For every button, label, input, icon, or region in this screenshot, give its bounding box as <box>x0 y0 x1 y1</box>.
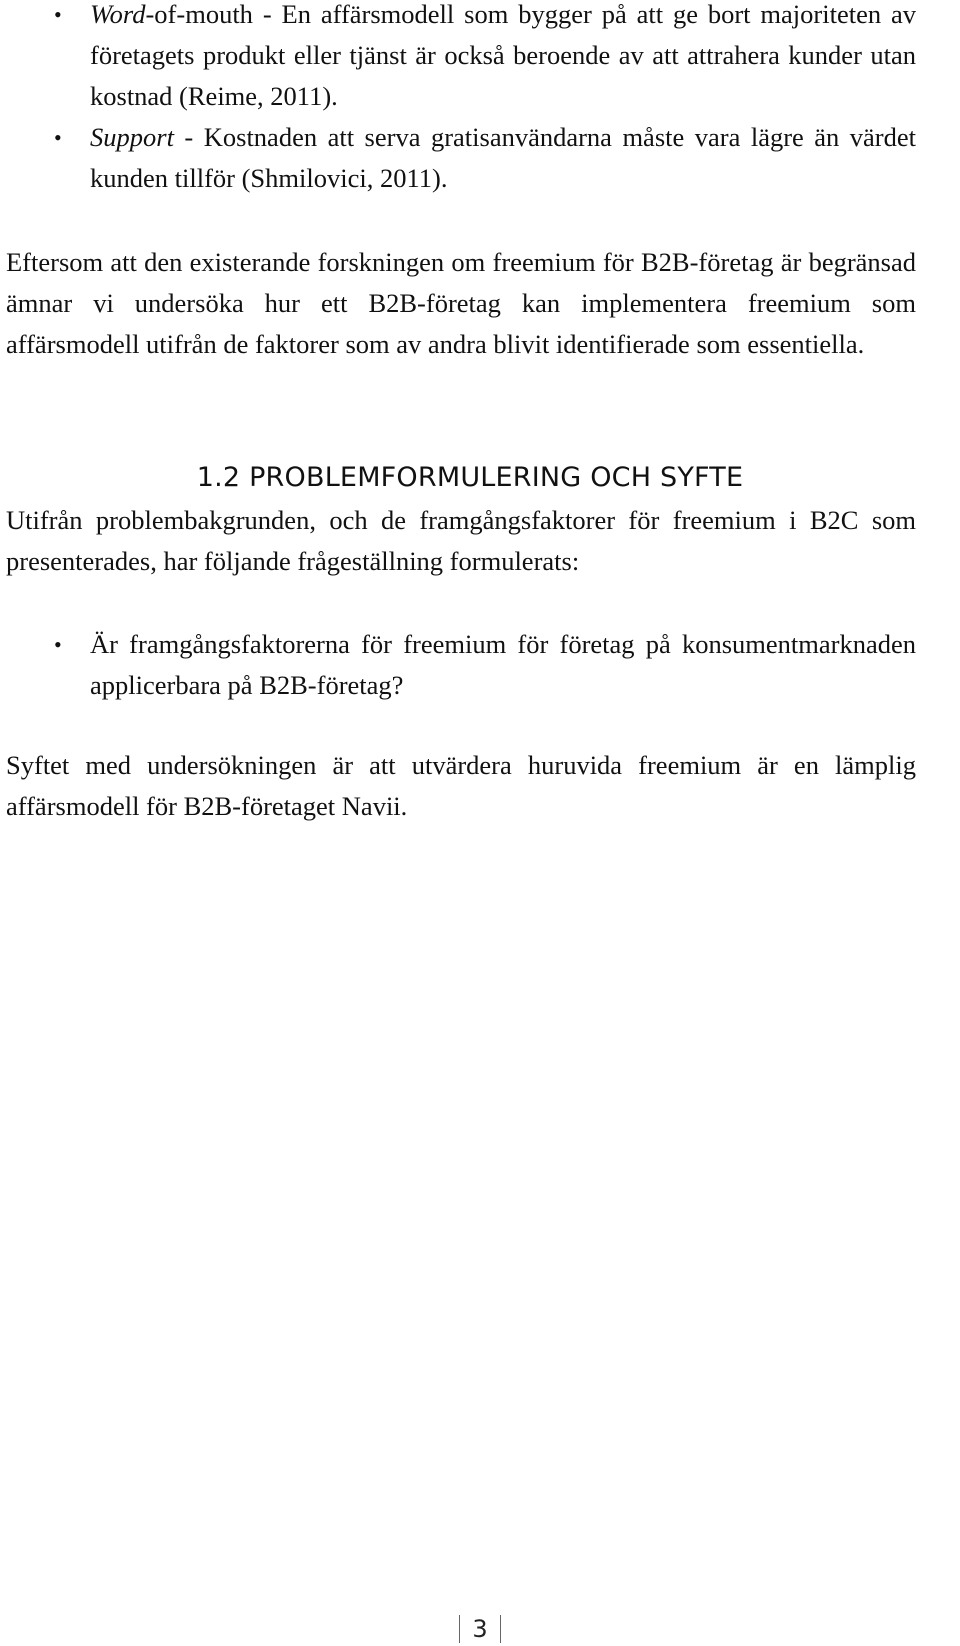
footer-divider-left <box>459 1615 461 1643</box>
paragraph-research-gap: Eftersom att den existerande forskningen… <box>6 247 916 359</box>
bullet-icon: • <box>54 125 62 150</box>
section-heading: 1.2 PROBLEMFORMULERING OCH SYFTE <box>196 462 744 493</box>
item-text: - Kostnaden att serva gratisanvändarna m… <box>90 122 916 193</box>
term-italic: Support <box>90 122 174 152</box>
list-item-support: • Support - Kostnaden att serva gratisan… <box>6 117 916 199</box>
research-question-text: Är framgångsfaktorerna för freemium för … <box>90 629 916 700</box>
paragraph-problem-background: Utifrån problembakgrunden, och de framgå… <box>6 505 916 576</box>
footer-divider-right <box>499 1615 501 1643</box>
list-item-research-question: • Är framgångsfaktorerna för freemium fö… <box>6 624 916 706</box>
list-item-word-of-mouth: • Word-of-mouth - En affärsmodell som by… <box>6 0 916 117</box>
term-italic: Word <box>90 0 146 29</box>
term-rest: -of-mouth <box>145 0 253 29</box>
bullet-icon: • <box>54 2 62 27</box>
research-question-list: • Är framgångsfaktorerna för freemium fö… <box>6 624 916 706</box>
success-factors-list: • Word-of-mouth - En affärsmodell som by… <box>6 0 916 199</box>
bullet-icon: • <box>54 632 62 657</box>
page-footer: 3 <box>0 1614 960 1643</box>
paragraph-purpose: Syftet med undersökningen är att utvärde… <box>6 750 916 821</box>
page-number: 3 <box>472 1615 488 1643</box>
